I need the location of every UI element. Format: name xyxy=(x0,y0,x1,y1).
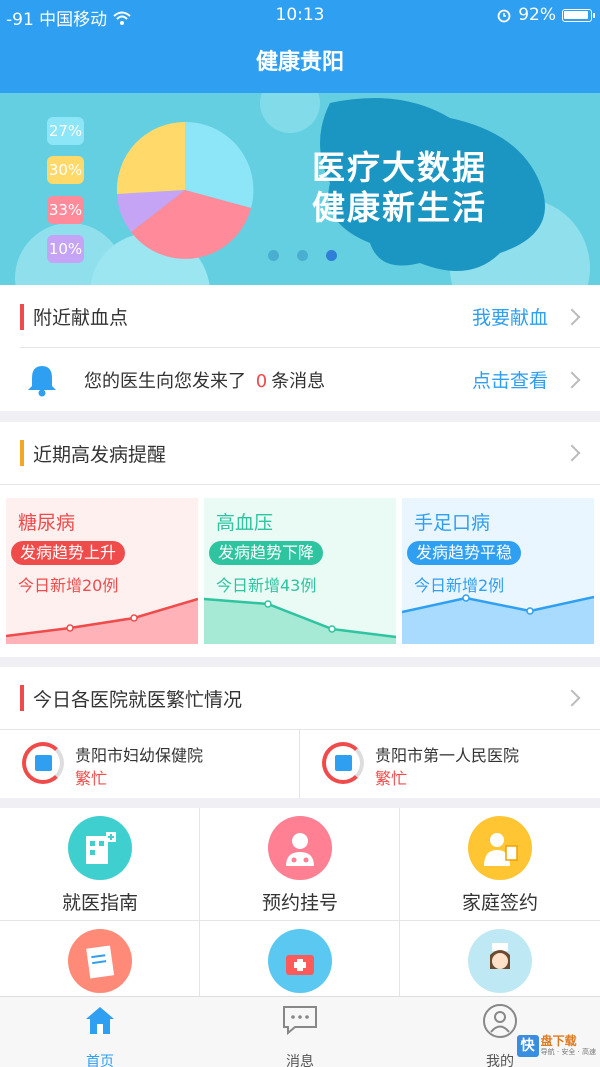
hospital-status: 繁忙 xyxy=(75,769,108,788)
hospital-icon xyxy=(35,755,52,771)
blood-donation-row[interactable]: 附近献血点 我要献血 xyxy=(0,285,600,348)
trend-sparkline xyxy=(204,597,396,644)
view-messages-link[interactable]: 点击查看 xyxy=(472,366,548,393)
hospital-busy-header[interactable]: 今日各医院就医繁忙情况 xyxy=(0,667,600,729)
pct-label-4: 10% xyxy=(47,235,84,263)
carousel-dots xyxy=(268,250,337,261)
alarm-icon xyxy=(497,9,511,23)
top-bar: -91 中国移动 10:13 92% 健康贵阳 xyxy=(0,0,600,93)
service-appointment[interactable]: 预约挂号 xyxy=(200,808,400,921)
disease-cards: 糖尿病 发病趋势上升 今日新增20例 高血压 发病趋势下降 今日新增43例 手足… xyxy=(0,485,600,657)
disease-name: 糖尿病 xyxy=(18,512,76,534)
doctor-message-row[interactable]: 您的医生向您发来了 0 条消息 点击查看 xyxy=(0,348,600,411)
donate-blood-link[interactable]: 我要献血 xyxy=(472,303,548,330)
pct-label-2: 30% xyxy=(47,156,84,184)
tab-bar: 首页 消息 我的 快 盘下载 导航 · 安全 · 高速 xyxy=(0,996,600,1067)
doctor-message-text: 您的医生向您发来了 0 条消息 xyxy=(84,367,325,393)
family-doctor-icon xyxy=(468,816,532,880)
trend-badge: 发病趋势下降 xyxy=(209,541,324,565)
medical-kit-icon xyxy=(268,929,332,993)
site-watermark: 快 盘下载 导航 · 安全 · 高速 xyxy=(516,1034,596,1057)
status-bar: -91 中国移动 10:13 92% xyxy=(0,0,600,30)
watermark-logo: 快 xyxy=(516,1035,539,1057)
watermark-slogan: 导航 · 安全 · 高速 xyxy=(540,1048,596,1056)
doctor-icon xyxy=(268,816,332,880)
disease-card-hfmd[interactable]: 手足口病 发病趋势平稳 今日新增2例 xyxy=(402,498,594,644)
blood-donation-title: 附近献血点 xyxy=(33,307,129,329)
pct-label-1: 27% xyxy=(47,117,84,145)
service-label: 预约挂号 xyxy=(261,892,338,914)
hospital-name: 贵阳市妇幼保健院 xyxy=(75,746,204,765)
trend-badge: 发病趋势上升 xyxy=(11,541,126,565)
message-suffix: 条消息 xyxy=(271,370,326,392)
battery-icon xyxy=(562,8,595,22)
chevron-right-icon xyxy=(563,308,581,325)
tab-home[interactable]: 首页 xyxy=(0,1003,200,1067)
hospital-building-icon xyxy=(68,816,132,880)
service-guide[interactable]: 就医指南 xyxy=(0,808,200,921)
busy-gauge-icon xyxy=(22,742,64,784)
nurse-icon xyxy=(468,929,532,993)
tab-label: 消息 xyxy=(286,1054,314,1067)
battery-percent: 92% xyxy=(518,5,556,25)
clipboard-icon xyxy=(68,929,132,993)
hospital-status: 繁忙 xyxy=(375,769,408,788)
chevron-right-icon xyxy=(563,371,581,388)
section-accent xyxy=(20,303,24,330)
hospital-icon xyxy=(335,755,352,771)
message-prefix: 您的医生向您发来了 xyxy=(84,370,246,392)
profile-icon xyxy=(483,1004,517,1038)
carousel-dot[interactable] xyxy=(268,250,279,261)
chevron-right-icon xyxy=(563,689,581,707)
disease-card-diabetes[interactable]: 糖尿病 发病趋势上升 今日新增20例 xyxy=(6,498,198,644)
page-title: 健康贵阳 xyxy=(255,50,344,75)
pct-label-3: 33% xyxy=(47,196,84,224)
promo-banner[interactable]: 27% 30% 33% 10% 医疗大数据 健康新生活 xyxy=(0,93,600,285)
disease-name: 手足口病 xyxy=(414,512,491,534)
service-family-contract[interactable]: 家庭签约 xyxy=(400,808,600,921)
bell-icon xyxy=(28,365,56,396)
hospital-name: 贵阳市第一人民医院 xyxy=(375,746,520,765)
trend-sparkline xyxy=(402,594,594,644)
chevron-right-icon xyxy=(563,444,581,462)
service-grid: 就医指南 预约挂号 家庭签约 xyxy=(0,808,600,1034)
banner-headline-line1: 医疗大数据 xyxy=(312,148,487,187)
message-icon xyxy=(283,1006,317,1036)
carousel-dot[interactable] xyxy=(297,250,308,261)
service-label: 就医指南 xyxy=(61,892,138,914)
carousel-dot-active[interactable] xyxy=(326,250,337,261)
section-accent xyxy=(20,685,24,711)
hospital-item[interactable]: 贵阳市第一人民医院 繁忙 xyxy=(300,730,600,798)
watermark-brand: 盘下载 xyxy=(540,1034,577,1048)
home-icon xyxy=(86,1007,114,1034)
disease-alert-title: 近期高发病提醒 xyxy=(33,443,167,466)
service-label: 家庭签约 xyxy=(461,892,538,914)
disease-alert-header[interactable]: 近期高发病提醒 xyxy=(0,422,600,484)
banner-headline-line2: 健康新生活 xyxy=(312,188,487,227)
trend-sparkline xyxy=(6,597,198,644)
hospital-item[interactable]: 贵阳市妇幼保健院 繁忙 xyxy=(0,730,300,798)
trend-badge: 发病趋势平稳 xyxy=(407,541,522,565)
tab-label: 首页 xyxy=(86,1054,114,1067)
busy-gauge-icon xyxy=(322,742,364,784)
pie-chart-graphic xyxy=(116,121,254,259)
tab-messages[interactable]: 消息 xyxy=(200,1003,400,1067)
banner-headline: 医疗大数据 健康新生活 xyxy=(312,148,487,228)
disease-name: 高血压 xyxy=(216,512,274,534)
section-accent xyxy=(20,440,24,466)
disease-card-hypertension[interactable]: 高血压 发病趋势下降 今日新增43例 xyxy=(204,498,396,644)
message-count: 0 xyxy=(255,370,268,392)
hospital-busy-title: 今日各医院就医繁忙情况 xyxy=(33,688,243,711)
